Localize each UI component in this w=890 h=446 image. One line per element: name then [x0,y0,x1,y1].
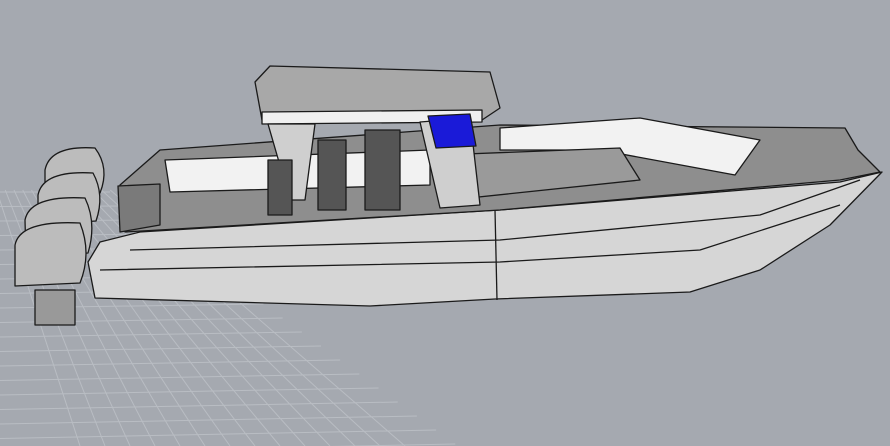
helm-seat [267,159,293,216]
3d-viewport[interactable] [0,0,890,446]
helm-seat [364,129,401,211]
transom [117,183,161,233]
windshield-selected[interactable] [427,113,477,149]
viewport-canvas[interactable] [0,0,890,446]
helm-seat [317,139,347,211]
